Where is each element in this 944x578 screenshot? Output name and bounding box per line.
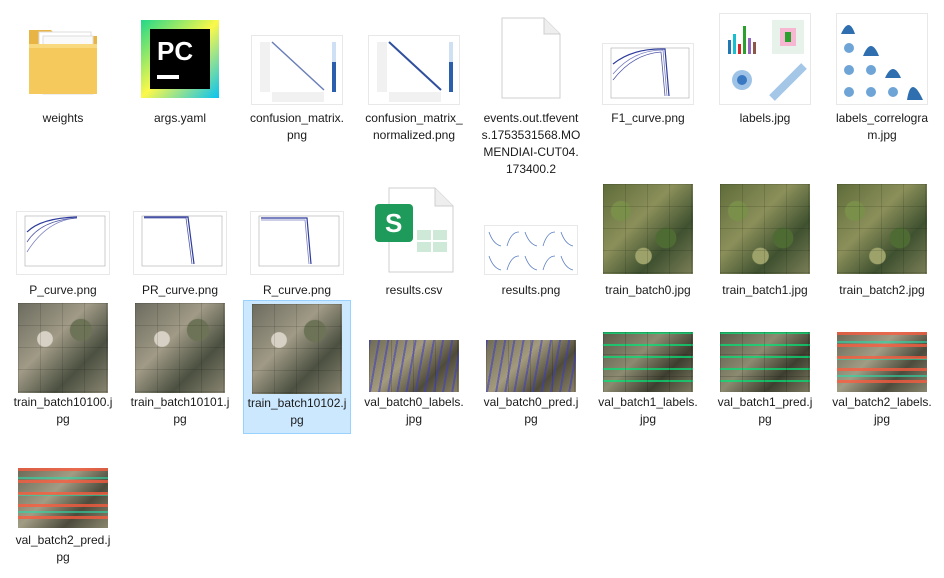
file-item-p-curve[interactable]: P_curve.png — [7, 178, 119, 299]
file-name: P_curve.png — [29, 283, 97, 297]
file-name: results.png — [501, 283, 561, 297]
image-thumbnail — [603, 332, 693, 392]
file-name: F1_curve.png — [611, 111, 685, 125]
file-item-val-batch2-labels[interactable]: val_batch2_labels.jpg — [826, 300, 938, 428]
image-thumbnail — [485, 226, 577, 274]
image-thumbnail — [720, 14, 810, 104]
file-name: R_curve.png — [262, 283, 332, 297]
file-name: confusion_matrix_normalized.png — [365, 111, 463, 142]
image-thumbnail — [720, 332, 810, 392]
image-thumbnail — [251, 212, 343, 274]
file-item-val-batch0-labels[interactable]: val_batch0_labels.jpg — [358, 300, 470, 428]
image-thumbnail — [369, 340, 459, 392]
file-name: events.out.tfevents.1753531568.MOMENDIAI… — [481, 111, 581, 176]
file-item-val-batch0-pred[interactable]: val_batch0_pred.jpg — [475, 300, 587, 428]
svg-text:S: S — [385, 208, 402, 238]
file-name: val_batch2_labels.jpg — [832, 395, 932, 426]
file-item-weights[interactable]: weights — [7, 6, 119, 127]
image-thumbnail — [18, 303, 108, 393]
file-item-results-png[interactable]: results.png — [475, 178, 587, 299]
file-name: val_batch1_labels.jpg — [598, 395, 698, 426]
file-name: val_batch0_labels.jpg — [364, 395, 464, 426]
file-name: train_batch10100.jpg — [13, 395, 113, 426]
file-item-f1-curve[interactable]: F1_curve.png — [592, 6, 704, 127]
file-name: train_batch0.jpg — [605, 283, 691, 297]
file-name: labels_correlogram.jpg — [835, 111, 929, 142]
file-name: val_batch0_pred.jpg — [483, 395, 579, 426]
file-item-labels-correlogram[interactable]: labels_correlogram.jpg — [826, 6, 938, 144]
svg-text:PC: PC — [157, 36, 193, 66]
file-name: train_batch1.jpg — [722, 283, 808, 297]
image-thumbnail — [134, 212, 226, 274]
file-name: confusion_matrix.png — [249, 111, 345, 142]
image-thumbnail — [17, 212, 109, 274]
image-thumbnail — [603, 184, 693, 274]
file-item-args-yaml[interactable]: PC args.yaml — [124, 6, 236, 127]
file-name: weights — [42, 111, 84, 125]
file-item-train-batch1[interactable]: train_batch1.jpg — [709, 178, 821, 299]
file-name: train_batch2.jpg — [839, 283, 925, 297]
file-grid: weights PC args.yaml confusion_matrix.pn… — [0, 0, 944, 578]
image-thumbnail — [837, 184, 927, 274]
blank-file-icon — [501, 17, 561, 99]
file-name: train_batch10101.jpg — [130, 395, 230, 426]
file-item-results-csv[interactable]: S results.csv — [358, 178, 470, 299]
file-item-confusion-matrix-normalized[interactable]: confusion_matrix_normalized.png — [358, 6, 470, 144]
image-thumbnail — [486, 340, 576, 392]
image-thumbnail — [720, 184, 810, 274]
file-item-val-batch2-pred[interactable]: val_batch2_pred.jpg — [7, 436, 119, 566]
file-item-train-batch10100[interactable]: train_batch10100.jpg — [7, 300, 119, 428]
file-name: train_batch10102.jpg — [247, 396, 347, 427]
file-item-events[interactable]: events.out.tfevents.1753531568.MOMENDIAI… — [475, 6, 587, 178]
image-thumbnail — [837, 14, 927, 104]
file-name: results.csv — [385, 283, 443, 297]
spreadsheet-icon: S — [375, 187, 454, 273]
file-item-train-batch2[interactable]: train_batch2.jpg — [826, 178, 938, 299]
file-name: labels.jpg — [739, 111, 791, 125]
file-item-r-curve[interactable]: R_curve.png — [241, 178, 353, 299]
file-name: PR_curve.png — [141, 283, 219, 297]
image-thumbnail — [252, 304, 342, 394]
image-thumbnail — [252, 36, 342, 104]
file-item-train-batch10102[interactable]: train_batch10102.jpg — [243, 300, 351, 434]
pycharm-icon: PC — [141, 20, 219, 98]
file-item-pr-curve[interactable]: PR_curve.png — [124, 178, 236, 299]
file-item-train-batch0[interactable]: train_batch0.jpg — [592, 178, 704, 299]
file-item-val-batch1-pred[interactable]: val_batch1_pred.jpg — [709, 300, 821, 428]
file-item-labels[interactable]: labels.jpg — [709, 6, 821, 127]
file-name: val_batch1_pred.jpg — [717, 395, 813, 426]
file-item-val-batch1-labels[interactable]: val_batch1_labels.jpg — [592, 300, 704, 428]
file-name: args.yaml — [153, 111, 206, 125]
image-thumbnail — [837, 332, 927, 392]
file-item-train-batch10101[interactable]: train_batch10101.jpg — [124, 300, 236, 428]
file-name: val_batch2_pred.jpg — [15, 533, 111, 564]
file-item-confusion-matrix[interactable]: confusion_matrix.png — [241, 6, 353, 144]
image-thumbnail — [369, 36, 459, 104]
image-thumbnail — [18, 468, 108, 528]
folder-icon — [29, 30, 97, 95]
image-thumbnail — [135, 303, 225, 393]
image-thumbnail — [603, 44, 693, 104]
